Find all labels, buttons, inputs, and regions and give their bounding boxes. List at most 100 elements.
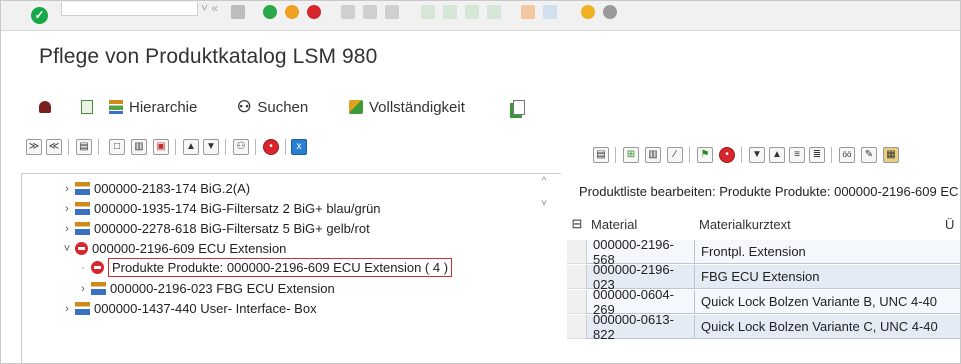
material-cell[interactable]: 000000-2196-023 [587, 262, 695, 292]
structure-button[interactable] [81, 97, 93, 117]
table-row[interactable]: 000000-0604-269 Quick Lock Bolzen Varian… [587, 287, 960, 317]
toolbar-separator [255, 139, 256, 155]
table-row[interactable]: 000000-2196-023 FBG ECU Extension [587, 262, 960, 292]
copy-icon[interactable]: ▣ [153, 139, 169, 155]
stop-icon [91, 261, 104, 274]
toolbar-separator [285, 139, 286, 155]
bell-icon [39, 101, 51, 113]
tree-node-label: 000000-2183-174 BiG.2(A) [94, 181, 251, 196]
export-document-icon [513, 99, 525, 115]
find-binoculars-icon[interactable]: ⚇ [233, 139, 249, 155]
pencil-icon[interactable]: ✎ [861, 147, 877, 163]
tree-node[interactable]: › 000000-2278-618 BiG-Filtersatz 5 BiG+ … [62, 219, 370, 238]
find-icon[interactable] [363, 5, 377, 19]
next-page-icon[interactable] [465, 5, 479, 19]
totals-icon[interactable]: ≣ [809, 147, 825, 163]
table-row[interactable]: 000000-2196-568 Frontpl. Extension [587, 237, 960, 267]
expand-arrow-icon[interactable]: › [62, 303, 72, 315]
toolbar-separator [615, 147, 616, 163]
export-button[interactable] [513, 97, 525, 117]
short-text-cell[interactable]: Quick Lock Bolzen Variante C, UNC 4-40 [695, 315, 960, 338]
command-field[interactable] [61, 2, 198, 16]
print-icon[interactable] [341, 5, 355, 19]
stop-icon[interactable]: • [263, 139, 279, 155]
collapse-all-icon[interactable]: ≪ [46, 139, 62, 155]
toolbar-separator [98, 139, 99, 155]
edit-icon[interactable]: ∕ [667, 147, 683, 163]
column-header-material[interactable]: Material [587, 210, 695, 238]
stop-icon[interactable]: • [719, 147, 735, 163]
enter-checkmark-icon[interactable]: ✓ [31, 7, 48, 24]
hierarchy-button[interactable]: Hierarchie [109, 97, 197, 117]
completeness-check-icon [349, 100, 363, 114]
collapse-arrow-icon[interactable]: ˅ [62, 243, 72, 255]
back-icon[interactable] [263, 5, 277, 19]
product-hierarchy-tree: ^ ˅ › 000000-2183-174 BiG.2(A) › 000000-1… [21, 173, 561, 363]
table-row[interactable]: 000000-0613-822 Quick Lock Bolzen Varian… [587, 312, 960, 342]
tree-node-expanded[interactable]: ˅ 000000-2196-609 ECU Extension [62, 239, 287, 258]
search-button[interactable]: ⚇ Suchen [237, 97, 308, 117]
tree-node-selected[interactable]: · Produkte Produkte: 000000-2196-609 ECU… [78, 258, 453, 277]
exit-icon[interactable] [285, 5, 299, 19]
row-selector[interactable] [567, 265, 587, 289]
move-up-icon[interactable]: ▲ [183, 139, 199, 155]
filter-icon[interactable]: ≡ [789, 147, 805, 163]
toolbar-separator [831, 147, 832, 163]
sort-ascending-icon[interactable]: ▲ [769, 147, 785, 163]
row-selector[interactable] [567, 240, 587, 264]
insert-row-icon[interactable]: ⊞ [623, 147, 639, 163]
first-page-icon[interactable] [421, 5, 435, 19]
short-text-cell[interactable]: Quick Lock Bolzen Variante B, UNC 4-40 [695, 290, 960, 313]
completeness-label: Vollständigkeit [369, 98, 465, 116]
material-cell[interactable]: 000000-0613-822 [587, 312, 695, 342]
completeness-button[interactable]: Vollständigkeit [349, 97, 465, 117]
save-icon[interactable] [231, 5, 245, 19]
other-object-button[interactable] [39, 97, 51, 117]
short-text-cell[interactable]: FBG ECU Extension [695, 265, 960, 288]
select-all-icon[interactable]: ⊟ [567, 210, 587, 238]
tree-node-label: 000000-1437-440 User- Interface- Box [94, 301, 317, 316]
column-header-truncated[interactable]: Ü [945, 210, 960, 238]
settings-gear-icon[interactable] [603, 5, 617, 19]
tree-node[interactable]: › 000000-1437-440 User- Interface- Box [62, 299, 317, 318]
cancel-icon[interactable] [307, 5, 321, 19]
expand-arrow-icon[interactable]: › [62, 203, 72, 215]
hierarchy-icon [109, 100, 123, 114]
flag-icon[interactable]: ⚑ [697, 147, 713, 163]
tree-toolbar: ≫ ≪ ▤ □ ▥ ▣ ▲ ▼ ⚇ • x [1, 133, 561, 163]
material-cell[interactable]: 000000-0604-269 [587, 287, 695, 317]
tree-node[interactable]: › 000000-1935-174 BiG-Filtersatz 2 BiG+ … [62, 199, 380, 218]
tree-node[interactable]: › 000000-2183-174 BiG.2(A) [62, 179, 250, 198]
tree-scrollbar[interactable]: ^ ˅ [534, 176, 554, 226]
hierarchy-node-icon [91, 282, 106, 295]
material-cell[interactable]: 000000-2196-568 [587, 237, 695, 267]
command-history-chevron-icon[interactable]: ˅ « [201, 1, 218, 15]
layout-icon[interactable]: ▦ [883, 147, 899, 163]
move-down-icon[interactable]: ▼ [203, 139, 219, 155]
delete-row-icon[interactable]: ▥ [645, 147, 661, 163]
find-next-icon[interactable] [385, 5, 399, 19]
new-session-icon[interactable] [521, 5, 535, 19]
shortcut-icon[interactable] [543, 5, 557, 19]
previous-page-icon[interactable] [443, 5, 457, 19]
excel-export-icon[interactable]: x [291, 139, 307, 155]
row-selector[interactable] [567, 315, 587, 339]
row-selector[interactable] [567, 290, 587, 314]
expand-arrow-icon[interactable]: › [78, 283, 88, 295]
help-icon[interactable] [581, 5, 595, 19]
sort-descending-icon[interactable]: ▼ [749, 147, 765, 163]
select-node-icon[interactable]: ▤ [76, 139, 92, 155]
expand-arrow-icon[interactable]: › [62, 223, 72, 235]
save-list-icon[interactable]: ▤ [593, 147, 609, 163]
expand-arrow-icon[interactable]: › [62, 183, 72, 195]
short-text-cell[interactable]: Frontpl. Extension [695, 240, 960, 263]
system-toolbar: ✓ ˅ « [1, 1, 960, 31]
tree-node[interactable]: › 000000-2196-023 FBG ECU Extension [78, 279, 335, 298]
create-icon[interactable]: □ [109, 139, 125, 155]
column-header-short-text[interactable]: Materialkurztext [695, 210, 935, 238]
last-page-icon[interactable] [487, 5, 501, 19]
spell-check-icon[interactable]: öö [839, 147, 855, 163]
expand-all-icon[interactable]: ≫ [26, 139, 42, 155]
delete-icon[interactable]: ▥ [131, 139, 147, 155]
document-structure-icon [81, 100, 93, 114]
